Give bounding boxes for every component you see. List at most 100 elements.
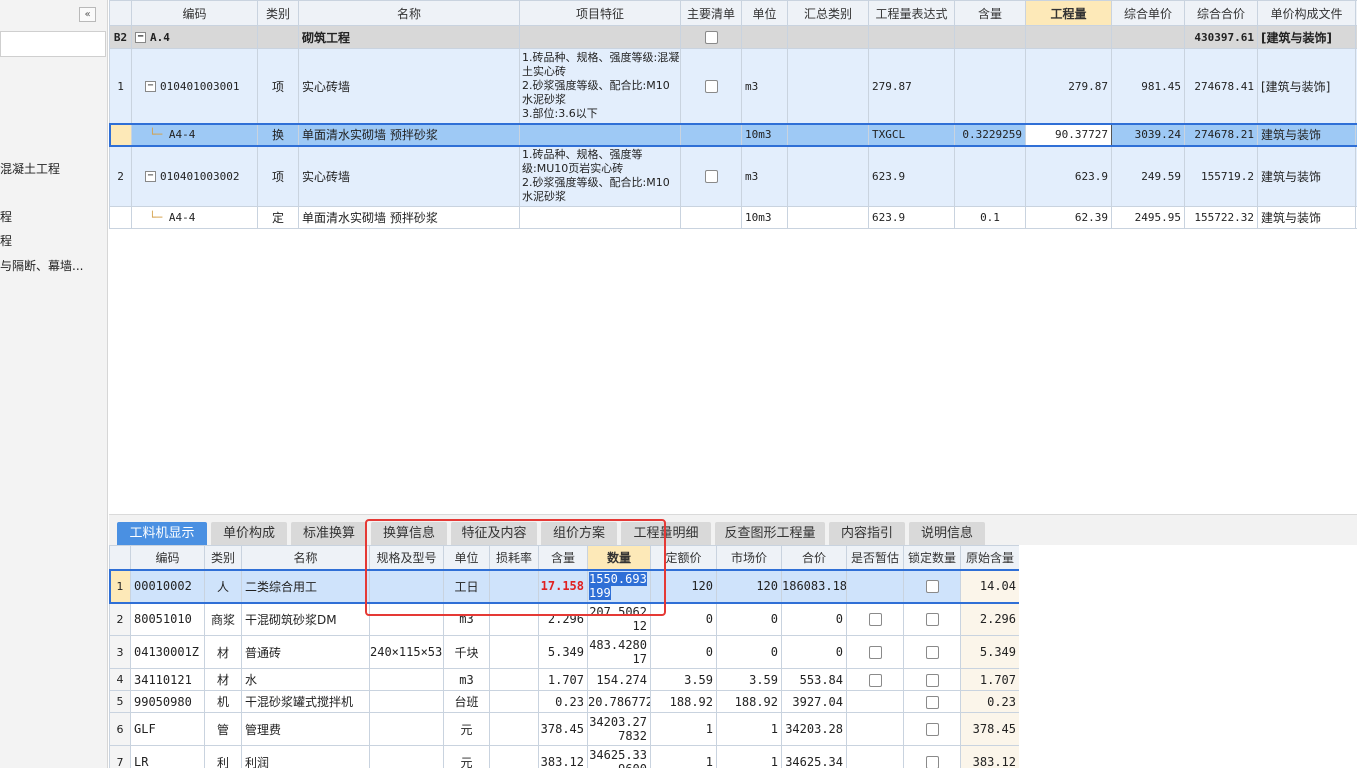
- cell-market[interactable]: 1: [716, 712, 782, 746]
- cell-quota[interactable]: 188.92: [650, 690, 717, 713]
- cell-name[interactable]: 单面清水实砌墙 预拌砂浆: [298, 206, 520, 229]
- main-bill-checkbox[interactable]: [704, 31, 718, 44]
- cell-unit[interactable]: m3: [741, 145, 788, 207]
- col-type[interactable]: 类别: [257, 0, 299, 26]
- material-row[interactable]: 4 34110121 材 水 m3 1.707 154.274 3.59 3.5…: [109, 668, 1019, 691]
- cell-type[interactable]: 材: [204, 668, 242, 691]
- cell-quantity[interactable]: 623.9: [1025, 145, 1112, 207]
- col-total[interactable]: 合价: [781, 545, 847, 570]
- cell-summary[interactable]: [787, 48, 869, 124]
- cell-original[interactable]: 0.23: [960, 690, 1019, 713]
- quantity-edit-cell[interactable]: 90.37727: [1025, 123, 1112, 146]
- table-row[interactable]: B2 − A.4 砌筑工程 430397.61 [建筑与装饰]: [109, 25, 1357, 49]
- cell-provisional[interactable]: [846, 668, 904, 691]
- col-content[interactable]: 含量: [954, 0, 1026, 26]
- tree-item-partition[interactable]: 与隔断、幕墙...: [0, 257, 83, 274]
- tab-pricing-plan[interactable]: 组价方案: [541, 522, 617, 546]
- cell-type[interactable]: 利: [204, 745, 242, 768]
- tree-item-concrete[interactable]: 混凝土工程: [0, 160, 60, 177]
- lock-quantity-checkbox[interactable]: [925, 580, 939, 593]
- cell-content[interactable]: 383.12: [538, 745, 588, 768]
- cell-content[interactable]: 0.3229259: [954, 123, 1026, 146]
- cell-unit-price[interactable]: 249.59: [1111, 145, 1185, 207]
- cell-provisional[interactable]: [846, 712, 904, 746]
- table-row[interactable]: 2 −010401003002 项 实心砖墙 1.砖品种、规格、强度等级:MU1…: [109, 145, 1357, 207]
- cell-name[interactable]: 实心砖墙: [298, 48, 520, 124]
- cell-loss[interactable]: [489, 745, 539, 768]
- material-row[interactable]: 6 GLF 管 管理费 元 378.45 34203.277832 1 1 34…: [109, 712, 1019, 746]
- cell-market[interactable]: 120: [716, 569, 782, 603]
- lock-quantity-checkbox[interactable]: [925, 613, 939, 626]
- cell-main-bill[interactable]: [680, 145, 742, 207]
- cell-content[interactable]: 2.296: [538, 602, 588, 636]
- left-search-input[interactable]: [0, 31, 106, 57]
- cell-market[interactable]: 3.59: [716, 668, 782, 691]
- cell-file[interactable]: 建筑与装饰: [1257, 123, 1356, 146]
- cell-lock[interactable]: [903, 745, 961, 768]
- main-bill-checkbox[interactable]: [704, 80, 718, 93]
- cell-expr[interactable]: [868, 25, 955, 49]
- col-code[interactable]: 编码: [130, 545, 205, 570]
- cell-name[interactable]: 干混砂浆罐式搅拌机: [241, 690, 370, 713]
- cell-type[interactable]: 项: [257, 48, 299, 124]
- cell-feature[interactable]: [519, 25, 681, 49]
- cell-quota[interactable]: 1: [650, 745, 717, 768]
- tab-content-guide[interactable]: 内容指引: [829, 522, 905, 546]
- cell-code[interactable]: 99050980: [130, 690, 205, 713]
- cell-main-bill[interactable]: [680, 48, 742, 124]
- cell-spec[interactable]: [369, 602, 444, 636]
- cell-file[interactable]: 建筑与装饰: [1257, 145, 1356, 207]
- cell-name[interactable]: 水: [241, 668, 370, 691]
- cell-quantity[interactable]: 154.274: [587, 668, 651, 691]
- lock-quantity-checkbox[interactable]: [925, 646, 939, 659]
- col-name[interactable]: 名称: [298, 0, 520, 26]
- cell-provisional[interactable]: [846, 745, 904, 768]
- cell-code[interactable]: −010401003002: [131, 145, 258, 207]
- cell-file[interactable]: [建筑与装饰]: [1257, 25, 1356, 49]
- provisional-checkbox[interactable]: [868, 646, 882, 659]
- col-quantity[interactable]: 数量: [587, 545, 651, 570]
- cell-quantity[interactable]: 207.506212: [587, 602, 651, 636]
- cell-content[interactable]: [954, 145, 1026, 207]
- table-row-selected[interactable]: └─ A4-4 换 单面清水实砌墙 预拌砂浆 10m3 TXGCL 0.3229…: [109, 122, 1357, 147]
- cell-market[interactable]: 1: [716, 745, 782, 768]
- cell-code[interactable]: 04130001Z: [130, 635, 205, 669]
- col-unit[interactable]: 单位: [443, 545, 490, 570]
- tab-labor-material[interactable]: 工料机显示: [117, 522, 207, 546]
- lock-quantity-checkbox[interactable]: [925, 723, 939, 736]
- cell-provisional[interactable]: [846, 602, 904, 636]
- cell-total[interactable]: 0: [781, 602, 847, 636]
- cell-total[interactable]: 430397.61: [1184, 25, 1258, 49]
- col-total[interactable]: 综合合价: [1184, 0, 1258, 26]
- col-file[interactable]: 单价构成文件: [1257, 0, 1356, 26]
- cell-summary[interactable]: [787, 145, 869, 207]
- cell-content[interactable]: 17.158: [538, 569, 588, 603]
- cell-lock[interactable]: [903, 712, 961, 746]
- cell-total[interactable]: 155719.2: [1184, 145, 1258, 207]
- cell-name[interactable]: 管理费: [241, 712, 370, 746]
- col-main-bill[interactable]: 主要清单: [680, 0, 742, 26]
- cell-type[interactable]: 定: [257, 206, 299, 229]
- col-feature[interactable]: 项目特征: [519, 0, 681, 26]
- cell-unit[interactable]: m3: [741, 48, 788, 124]
- collapse-icon[interactable]: −: [145, 171, 156, 182]
- cell-code[interactable]: └─ A4-4: [131, 206, 258, 229]
- cell-original[interactable]: 5.349: [960, 635, 1019, 669]
- cell-lock[interactable]: [903, 690, 961, 713]
- cell-unit[interactable]: 千块: [443, 635, 490, 669]
- cell-lock[interactable]: [903, 569, 961, 603]
- cell-spec[interactable]: [369, 690, 444, 713]
- cell-type[interactable]: 换: [257, 123, 299, 146]
- cell-original[interactable]: 14.04: [960, 569, 1019, 603]
- tab-unit-price[interactable]: 单价构成: [211, 522, 287, 546]
- cell-name[interactable]: 二类综合用工: [241, 569, 370, 603]
- lock-quantity-checkbox[interactable]: [925, 673, 939, 687]
- cell-type[interactable]: 材: [204, 635, 242, 669]
- main-bill-checkbox[interactable]: [704, 170, 718, 183]
- lock-quantity-checkbox[interactable]: [925, 756, 939, 768]
- cell-name[interactable]: 利润: [241, 745, 370, 768]
- cell-type[interactable]: 人: [204, 569, 242, 603]
- cell-total[interactable]: 0: [781, 635, 847, 669]
- cell-loss[interactable]: [489, 712, 539, 746]
- cell-code[interactable]: − A.4: [131, 25, 258, 49]
